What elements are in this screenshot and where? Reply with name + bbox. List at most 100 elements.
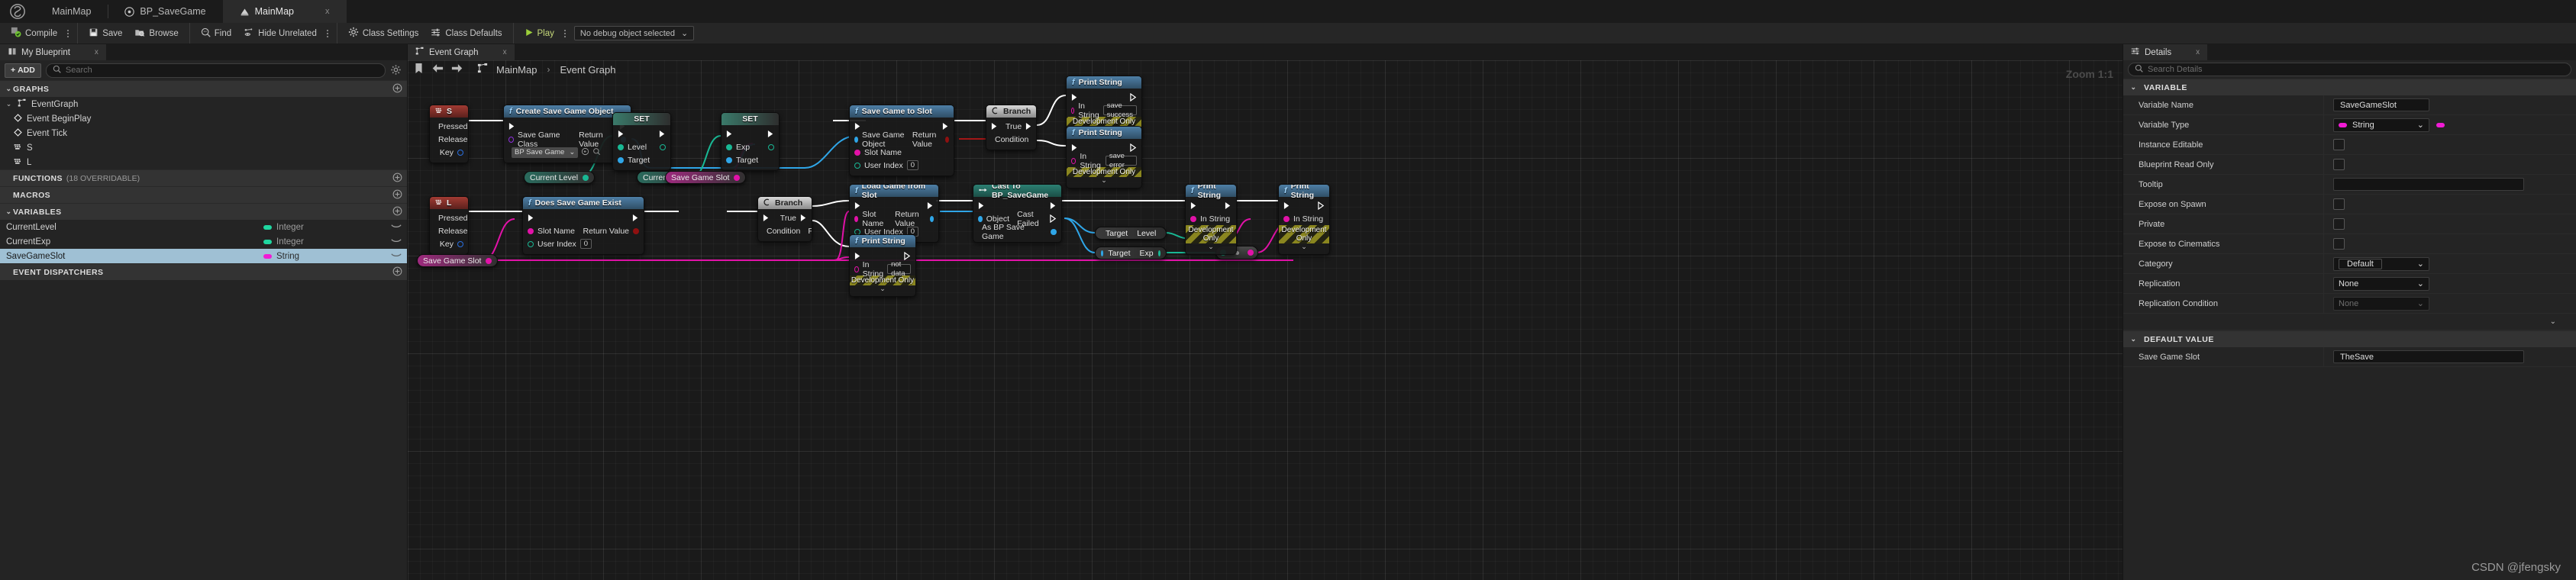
- save-game-class-select[interactable]: BP Save Game ⌄: [512, 147, 601, 158]
- search-input[interactable]: Search: [45, 63, 386, 78]
- close-icon[interactable]: x: [503, 48, 507, 56]
- back-arrow-icon[interactable]: [431, 63, 444, 76]
- exec-pin-icon[interactable]: [978, 201, 985, 210]
- exec-row[interactable]: [1186, 199, 1236, 212]
- graph-canvas[interactable]: MainMap › Event Graph Zoom 1:1 S Pressed…: [408, 60, 2122, 580]
- bool-pin-icon[interactable]: [633, 227, 639, 234]
- object-pin-icon[interactable]: [618, 156, 624, 163]
- exec-pin-icon[interactable]: [767, 130, 774, 138]
- node-does-save-game-exist[interactable]: f Does Save Game Exist Slot Name Return …: [522, 196, 644, 255]
- close-icon[interactable]: x: [2196, 48, 2200, 56]
- node-set-current-exp[interactable]: SET Exp Target: [721, 112, 780, 171]
- breadcrumb-root[interactable]: MainMap: [496, 64, 537, 76]
- section-functions[interactable]: FUNCTIONS (18 OVERRIDABLE): [0, 169, 407, 186]
- int-pin-icon[interactable]: [854, 162, 860, 169]
- pin-slot-name[interactable]: Slot Name Return Value: [850, 210, 938, 228]
- search-icon[interactable]: [592, 147, 601, 158]
- tree-item-key-s[interactable]: S: [0, 140, 407, 155]
- blueprint-read-only-checkbox[interactable]: [2333, 159, 2345, 170]
- details-section-variable[interactable]: ⌄ VARIABLE: [2123, 79, 2576, 95]
- pin-target[interactable]: Target: [613, 153, 670, 166]
- pin-as-bp-save-game[interactable]: As BP Save Game: [973, 223, 1061, 241]
- exec-pin-icon[interactable]: [854, 122, 861, 130]
- find-button[interactable]: Find: [195, 24, 237, 43]
- window-tab-bp-savegame[interactable]: BP_SaveGame: [108, 0, 222, 23]
- int-pin-icon[interactable]: [528, 240, 534, 247]
- details-search-input[interactable]: Search Details: [2128, 63, 2571, 76]
- class-defaults-button[interactable]: Class Defaults: [424, 24, 508, 43]
- user-index-input[interactable]: 0: [579, 239, 592, 249]
- close-icon[interactable]: x: [325, 7, 330, 16]
- expand-node-icon[interactable]: ⌄: [1279, 243, 1329, 250]
- compile-options-icon[interactable]: [63, 29, 73, 37]
- advanced-expander-row[interactable]: ⌄: [2123, 314, 2576, 330]
- gear-icon[interactable]: [390, 64, 402, 76]
- forward-arrow-icon[interactable]: [451, 63, 463, 76]
- pin-user-index[interactable]: User Index 0: [523, 237, 644, 250]
- int-pin-icon[interactable]: [618, 143, 624, 150]
- node-print-string-level[interactable]: f Print String In String Development Onl…: [1185, 184, 1237, 255]
- exec-pin-icon[interactable]: [1225, 201, 1232, 210]
- pin-save-game-object[interactable]: Save Game Object Return Value: [850, 130, 954, 149]
- getter-target-exp[interactable]: Target Exp: [1095, 246, 1167, 259]
- compile-button[interactable]: Compile: [5, 24, 63, 43]
- pin-condition-false[interactable]: Condition False: [986, 133, 1036, 146]
- node-save-game-to-slot[interactable]: f Save Game to Slot Save Game Object Ret…: [849, 105, 954, 176]
- variable-row-currentexp[interactable]: CurrentExp Integer: [0, 234, 407, 249]
- browse-to-asset-icon[interactable]: [581, 147, 589, 158]
- string-pin-icon[interactable]: [528, 227, 534, 234]
- exec-pin-icon[interactable]: [991, 122, 998, 130]
- out-pin-icon[interactable]: [660, 143, 666, 150]
- object-pin-icon[interactable]: [929, 215, 935, 222]
- tab-details[interactable]: Details x: [2123, 44, 2208, 60]
- exec-pin-icon[interactable]: [1050, 214, 1057, 224]
- pin-exec-true[interactable]: True: [986, 120, 1036, 133]
- node-branch-save[interactable]: Branch True Condition False: [986, 105, 1037, 150]
- node-branch-load[interactable]: Branch True Condition False: [757, 196, 812, 242]
- data-pin-icon[interactable]: [457, 149, 463, 156]
- tree-item-eventgraph[interactable]: ⌄ EventGraph: [0, 97, 407, 111]
- exec-pin-icon[interactable]: [508, 122, 515, 130]
- exec-pin-icon[interactable]: [854, 201, 861, 210]
- pin-pressed[interactable]: Pressed: [430, 211, 468, 224]
- add-graph-icon[interactable]: [392, 83, 402, 95]
- pin-exp[interactable]: Exp: [721, 140, 779, 153]
- exec-pin-icon[interactable]: [1025, 122, 1032, 130]
- exec-pin-icon[interactable]: [1130, 143, 1137, 153]
- exec-pin-icon[interactable]: [659, 130, 666, 138]
- string-pin-icon[interactable]: [1071, 157, 1077, 164]
- string-pin-icon[interactable]: [734, 174, 741, 181]
- exec-pin-icon[interactable]: [726, 130, 733, 138]
- expand-node-icon[interactable]: ⌄: [1186, 243, 1236, 250]
- pin-pressed[interactable]: Pressed: [430, 120, 468, 133]
- in-string-input[interactable]: save success: [1102, 102, 1137, 119]
- replication-select[interactable]: None ⌄: [2333, 276, 2429, 291]
- node-cast-to-bp-savegame[interactable]: Cast To BP_SaveGame Object Cast Failed A…: [973, 184, 1062, 243]
- pin-target[interactable]: Target: [721, 153, 779, 166]
- exec-pin-icon[interactable]: [1050, 201, 1057, 210]
- pin-in-string[interactable]: In String save error: [1067, 152, 1141, 170]
- pin-released[interactable]: Released: [430, 224, 468, 237]
- object-pin-icon[interactable]: [978, 215, 983, 222]
- tab-my-blueprint[interactable]: My Blueprint x: [0, 44, 106, 60]
- node-event-s[interactable]: S Pressed Released Key: [429, 105, 469, 163]
- class-value[interactable]: BP Save Game ⌄: [512, 147, 579, 158]
- section-macros[interactable]: MACROS: [0, 186, 407, 203]
- hide-unrelated-button[interactable]: Hide Unrelated: [237, 24, 323, 43]
- object-pin-icon[interactable]: [1101, 250, 1104, 256]
- node-print-string-not-data[interactable]: f Print String In String not data Develo…: [849, 234, 916, 297]
- string-pin-icon[interactable]: [1071, 107, 1075, 114]
- exec-pin-icon[interactable]: [632, 214, 639, 222]
- exec-pin-icon[interactable]: [904, 251, 911, 261]
- visibility-eye-icon[interactable]: [386, 237, 407, 246]
- section-graphs[interactable]: ⌄ GRAPHS: [0, 80, 407, 97]
- exec-pin-icon[interactable]: [618, 130, 625, 138]
- exec-pin-icon[interactable]: [1130, 92, 1137, 102]
- close-icon[interactable]: x: [95, 48, 98, 56]
- add-variable-icon[interactable]: [392, 206, 402, 218]
- hide-unrelated-options-icon[interactable]: [323, 29, 332, 37]
- expand-node-icon[interactable]: ⌄: [1067, 177, 1141, 184]
- exec-row[interactable]: [613, 127, 670, 140]
- visibility-eye-icon[interactable]: [386, 252, 407, 261]
- pin-released[interactable]: Released: [430, 133, 468, 146]
